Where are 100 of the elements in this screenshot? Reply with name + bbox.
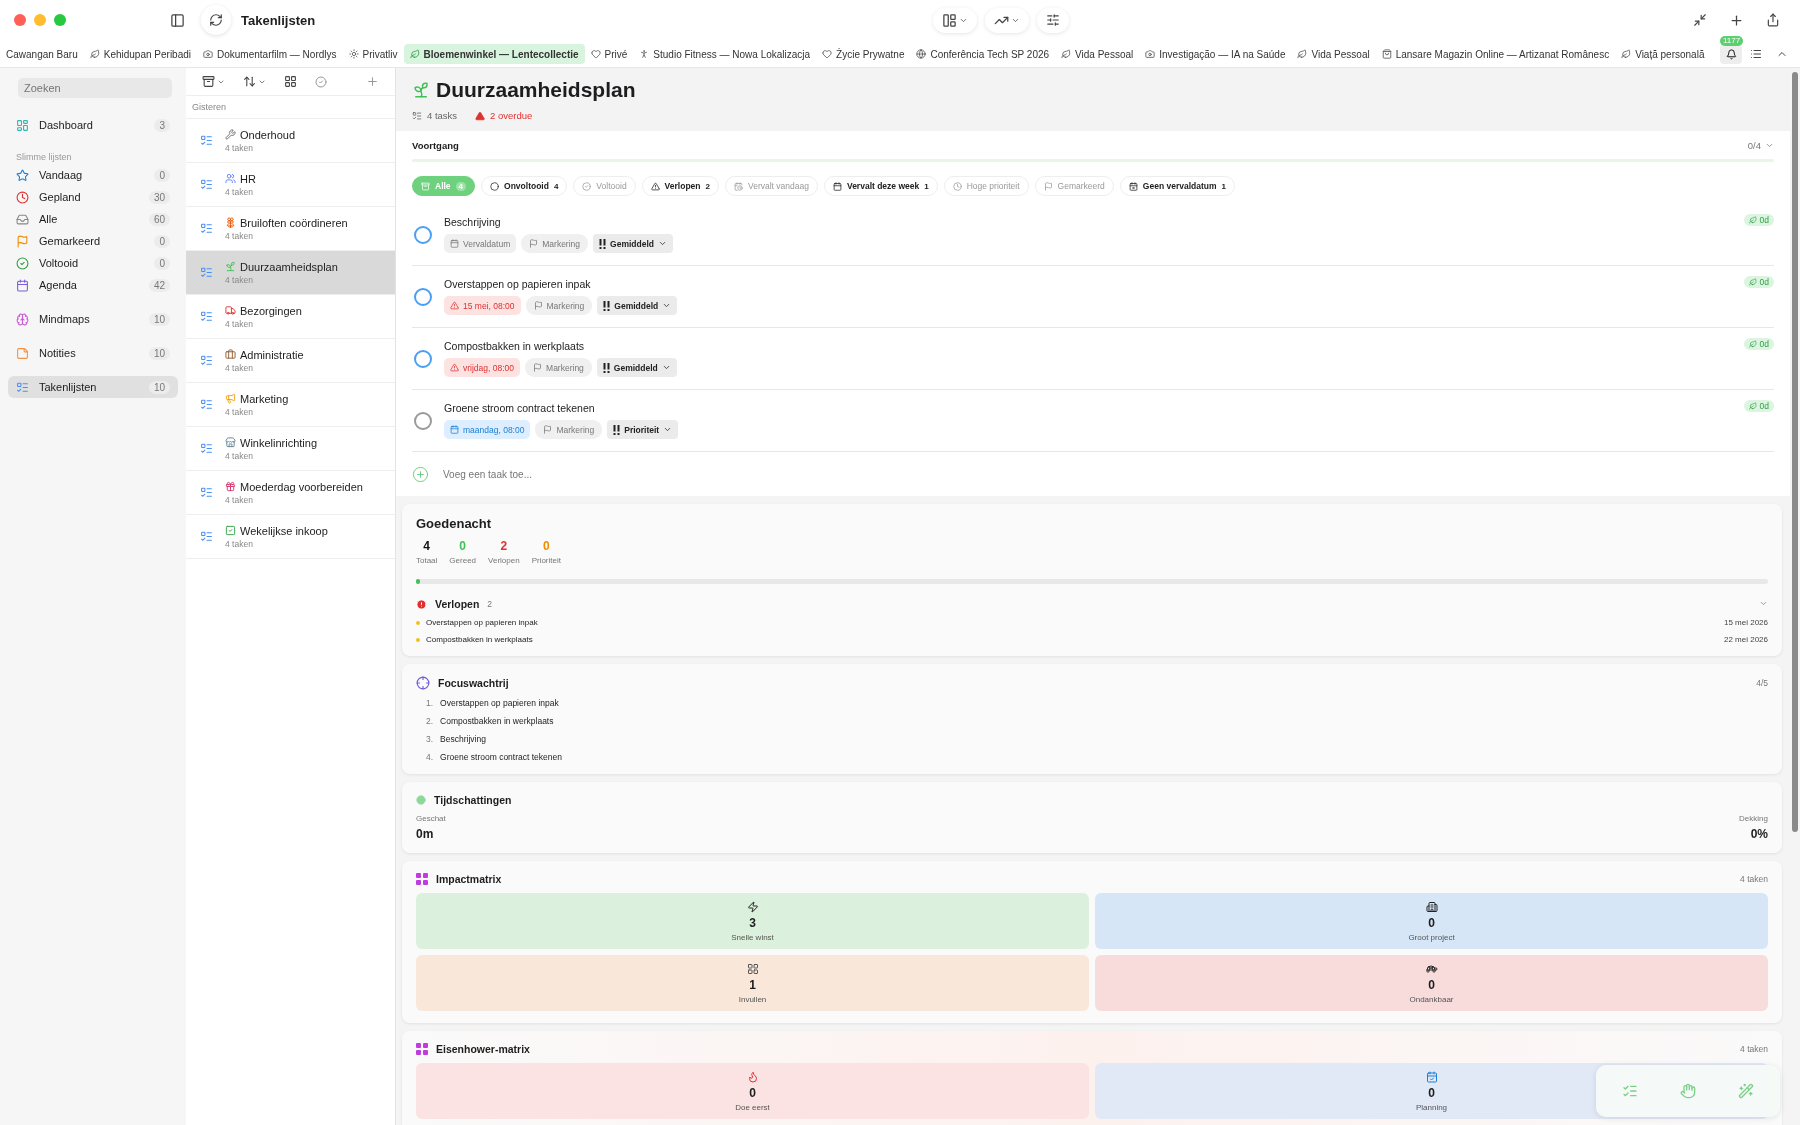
flag-chip[interactable]: Markering <box>535 420 603 439</box>
checklist-icon <box>200 178 213 191</box>
section-title: Slimme lijsten <box>15 151 73 164</box>
list-item[interactable]: Wekelijkse inkoop 4 taken <box>186 515 395 559</box>
list-item[interactable]: Moederdag voorbereiden 4 taken <box>186 471 395 515</box>
search-field[interactable]: Zoeken <box>18 78 172 98</box>
task-count: 4 taken <box>1740 1044 1768 1054</box>
zoom-button[interactable] <box>54 14 66 26</box>
due-date-chip[interactable]: vrijdag, 08:00 <box>444 358 521 377</box>
age-badge: 0d <box>1743 276 1774 288</box>
estimate-value: 0m <box>416 827 434 841</box>
flag-chip[interactable]: Markering <box>525 296 593 315</box>
queue-count: 4/5 <box>1756 678 1768 688</box>
truck-icon <box>225 305 236 316</box>
tab[interactable]: Viață personală <box>1615 44 1711 64</box>
status-dot <box>416 620 420 625</box>
chart-dropdown[interactable] <box>985 7 1030 33</box>
sidebar-item[interactable]: Voltooid 0 <box>8 252 178 274</box>
layout-dropdown[interactable] <box>933 7 978 33</box>
sidebar-icon <box>170 12 185 28</box>
add-task-field[interactable]: Voeg een taak toe... <box>441 467 1774 481</box>
item-label: Gepland <box>39 191 81 203</box>
coverage-label: Dekking <box>1739 814 1768 823</box>
flag-chip[interactable]: Markering <box>521 234 589 253</box>
grid-icon <box>284 75 297 88</box>
leaf-icon <box>1297 49 1308 59</box>
stat-value: 0 <box>542 539 550 553</box>
checklist-icon <box>200 266 213 279</box>
priority-dropdown[interactable]: Gemiddeld <box>597 296 678 315</box>
notifications-button[interactable] <box>1720 44 1742 64</box>
task-checkbox[interactable] <box>414 349 432 368</box>
sidebar-item[interactable]: Agenda 42 <box>8 274 178 296</box>
store-icon <box>225 437 236 448</box>
list-item[interactable]: Onderhoud 4 taken <box>186 119 395 163</box>
list-title: Winkelinrichting <box>240 436 318 449</box>
cell-label: Snelle winst <box>731 932 774 942</box>
list-item[interactable]: Duurzaamheidsplan 4 taken <box>186 251 395 295</box>
checklist-icon <box>200 354 213 367</box>
sidebar-item[interactable]: Vandaag 0 <box>8 164 178 186</box>
layout-icon <box>942 12 958 28</box>
filter-chip[interactable]: Verlopen 2 <box>641 176 719 196</box>
list-title: Duurzaamheidsplan <box>240 260 338 273</box>
filter-chip[interactable]: Vervalt deze week 1 <box>823 176 938 196</box>
tab[interactable]: Dokumentarfilm — Nordlys <box>197 44 343 64</box>
task-count: 4 tasks <box>427 110 458 121</box>
list-subtitle: 4 taken <box>225 538 254 549</box>
tab[interactable]: Investigação — IA na Saúde <box>1139 44 1292 64</box>
due-date-chip[interactable]: 15 mei, 08:00 <box>444 296 521 315</box>
flag-chip[interactable]: Markering <box>525 358 592 377</box>
warning-icon <box>450 363 459 372</box>
checklist-icon <box>200 222 213 235</box>
refresh-button[interactable] <box>201 5 231 35</box>
list-item[interactable]: Winkelinrichting 4 taken <box>186 427 395 471</box>
tab[interactable]: Conferência Tech SP 2026 <box>910 44 1056 64</box>
age-badge: 0d <box>1743 214 1774 226</box>
tab[interactable]: Cawangan Baru <box>0 44 84 64</box>
list-item[interactable]: Administratie 4 taken <box>186 339 395 383</box>
tab[interactable]: Vida Pessoal <box>1055 44 1140 64</box>
tab[interactable]: Bloemenwinkel — Lentecollectie <box>403 44 585 64</box>
sidebar-item[interactable]: Gepland 30 <box>8 186 178 208</box>
clock-icon <box>952 181 962 191</box>
task-checkbox[interactable] <box>414 411 432 430</box>
tab[interactable]: Studio Fitness — Nowa Lokalizacja <box>633 44 817 64</box>
clock-icon <box>16 190 29 204</box>
cell-value: 0 <box>1428 915 1435 930</box>
list-item[interactable]: Bezorgingen 4 taken <box>186 295 395 339</box>
tab[interactable]: Życie Prywatne <box>816 44 911 64</box>
task-checkbox[interactable] <box>414 225 432 244</box>
item-number: 2. <box>426 716 434 726</box>
sidebar-item[interactable]: Dashboard 3 <box>8 114 178 136</box>
sidebar-item[interactable]: Notities 10 <box>8 342 178 364</box>
sidebar-item[interactable]: Gemarkeerd 0 <box>8 230 178 252</box>
task-checkbox[interactable] <box>414 287 432 306</box>
filter-chip[interactable]: Geen vervaldatum 1 <box>1119 176 1235 196</box>
list-item[interactable]: Marketing 4 taken <box>186 383 395 427</box>
tab[interactable]: Lansare Magazin Online — Artizanat Românesc <box>1375 44 1616 64</box>
filter-chip[interactable]: Onvoltooid 4 <box>481 176 568 196</box>
item-count: 42 <box>148 278 170 292</box>
warning-icon <box>450 301 459 310</box>
tab[interactable]: Privé <box>584 44 634 64</box>
settings-button[interactable] <box>1037 7 1070 33</box>
list-item[interactable]: HR 4 taken <box>186 163 395 207</box>
sidebar-item[interactable]: Alle 60 <box>8 208 178 230</box>
task-count: 4 taken <box>1740 874 1768 884</box>
priority-dropdown[interactable]: Prioriteit <box>607 420 679 439</box>
sliders-icon <box>1046 13 1061 27</box>
tab[interactable]: Vida Pessoal <box>1291 44 1376 64</box>
tab[interactable]: Kehidupan Peribadi <box>83 44 197 64</box>
sidebar-item[interactable]: Takenlijsten 10 <box>8 376 178 398</box>
tab[interactable]: Privatliv <box>342 44 404 64</box>
priority-dropdown[interactable]: Gemiddeld <box>593 234 673 253</box>
lightning-icon <box>746 900 759 913</box>
close-button[interactable] <box>14 14 26 26</box>
priority-dropdown[interactable]: Gemiddeld <box>596 358 677 377</box>
leaf-icon <box>1748 340 1757 348</box>
inbox-icon <box>16 212 29 226</box>
due-date-chip[interactable]: Vervaldatum <box>444 234 517 253</box>
due-date-chip[interactable]: maandag, 08:00 <box>444 420 531 439</box>
leaf-icon <box>89 49 100 59</box>
sidebar-item[interactable]: Mindmaps 10 <box>8 308 178 330</box>
